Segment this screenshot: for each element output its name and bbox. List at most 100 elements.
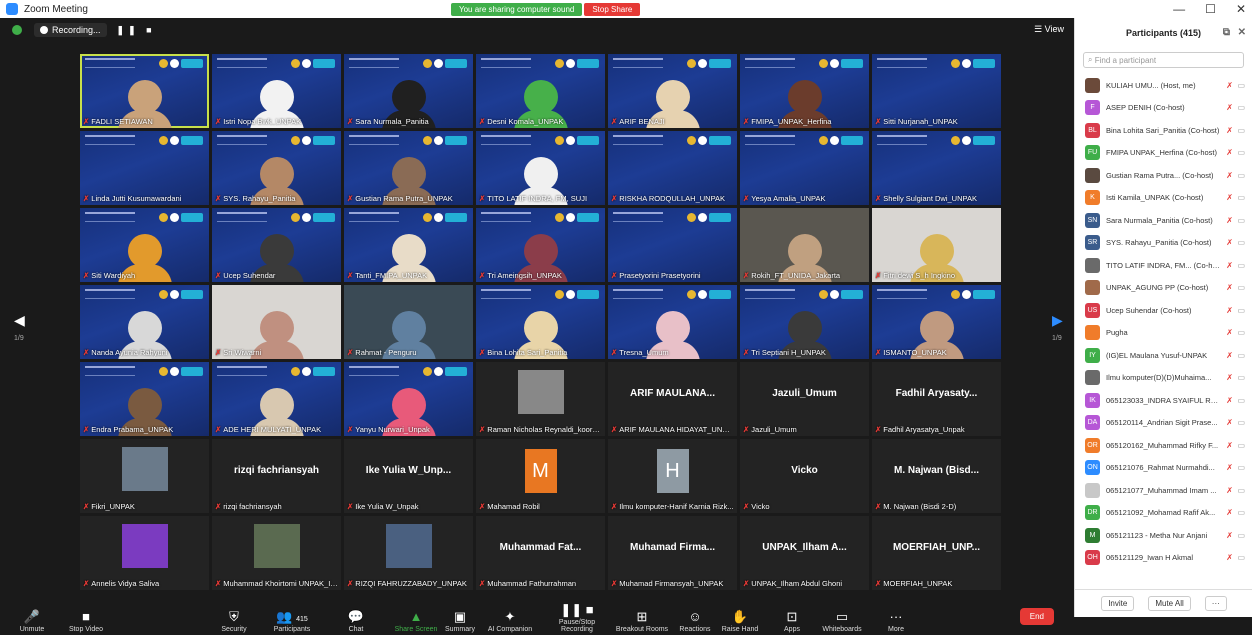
unmute-button[interactable]: 🎤 Unmute: [2, 608, 62, 633]
participant-row[interactable]: F ASEP DENIH (Co-host) ✗ ▭: [1075, 97, 1252, 120]
participant-row[interactable]: DR 065121092_Mohamad Rafif Ak... ✗ ▭: [1075, 502, 1252, 525]
participant-row[interactable]: Ilmu komputer(D)(D)Muhaima... ✗ ▭: [1075, 367, 1252, 390]
participant-row[interactable]: IY (IG)EL Maulana Yusuf-UNPAK ✗ ▭: [1075, 344, 1252, 367]
participant-row[interactable]: US Ucep Suhendar (Co-host) ✗ ▭: [1075, 299, 1252, 322]
mic-muted-icon[interactable]: ✗: [1226, 531, 1233, 540]
video-tile[interactable]: ✗ Annelis Vidya Saliva: [80, 516, 209, 590]
video-tile[interactable]: Vicko ✗ Vicko: [740, 439, 869, 513]
video-tile[interactable]: H ✗ Ilmu komputer-Hanif Karnia Rizk...: [608, 439, 737, 513]
video-tile[interactable]: Jazuli_Umum ✗ Jazuli_Umum: [740, 362, 869, 436]
video-tile[interactable]: ✗ Rahmat - Penguru: [344, 285, 473, 359]
participant-row[interactable]: OH 065121129_Iwan H Akmal ✗ ▭: [1075, 547, 1252, 570]
video-tile[interactable]: ✗ Shelly Sulgiant Dwi_UNPAK: [872, 131, 1001, 205]
video-tile[interactable]: ✗ SYS. Rahayu_Panitia: [212, 131, 341, 205]
video-off-icon[interactable]: ▭: [1237, 306, 1245, 315]
mic-muted-icon[interactable]: ✗: [1226, 418, 1233, 427]
video-tile[interactable]: ✗ Siti Wardiyah: [80, 208, 209, 282]
participant-row[interactable]: M 065121123 - Metha Nur Anjani ✗ ▭: [1075, 524, 1252, 547]
mic-muted-icon[interactable]: ✗: [1226, 328, 1233, 337]
prev-page-button[interactable]: ◀ 1/9: [14, 312, 25, 342]
video-tile[interactable]: ✗ Endra Prabama_UNPAK: [80, 362, 209, 436]
video-off-icon[interactable]: ▭: [1237, 441, 1245, 450]
recording-controls[interactable]: ❚❚ ■: [117, 25, 156, 36]
video-off-icon[interactable]: ▭: [1237, 508, 1245, 517]
video-tile[interactable]: ✗ Tanti_FMIPA_UNPAK: [344, 208, 473, 282]
video-off-icon[interactable]: ▭: [1237, 328, 1245, 337]
video-tile[interactable]: ✗ Rokih_FT_UNIDA_Jakarta: [740, 208, 869, 282]
video-tile[interactable]: ✗ Fitri dewi S_h Ingkino: [872, 208, 1001, 282]
mic-muted-icon[interactable]: ✗: [1226, 373, 1233, 382]
video-tile[interactable]: ✗ Sri Wiwarni: [212, 285, 341, 359]
video-off-icon[interactable]: ▭: [1237, 81, 1245, 90]
mic-muted-icon[interactable]: ✗: [1226, 81, 1233, 90]
video-tile[interactable]: ✗ Sara Nurmala_Panitia: [344, 54, 473, 128]
video-tile[interactable]: ✗ Ucep Suhendar: [212, 208, 341, 282]
mute-all-button[interactable]: Mute All: [1148, 596, 1191, 611]
participant-row[interactable]: K Isti Kamila_UNPAK (Co-host) ✗ ▭: [1075, 187, 1252, 210]
video-off-icon[interactable]: ▭: [1237, 126, 1245, 135]
participant-row[interactable]: ON 065121076_Rahmat Nurmahdi... ✗ ▭: [1075, 457, 1252, 480]
participant-row[interactable]: KULIAH UMU... (Host, me) ✗ ▭: [1075, 74, 1252, 97]
video-tile[interactable]: ✗ ADE HERI MULYATI_UNPAK: [212, 362, 341, 436]
video-tile[interactable]: ✗ TITO LATIF INDRA, FM, SUJI: [476, 131, 605, 205]
video-off-icon[interactable]: ▭: [1237, 373, 1245, 382]
breakout-rooms-button[interactable]: ⊞ Breakout Rooms: [612, 608, 672, 633]
mic-muted-icon[interactable]: ✗: [1226, 103, 1233, 112]
video-tile[interactable]: ✗ Yanyu Nurwari_Unpak: [344, 362, 473, 436]
video-off-icon[interactable]: ▭: [1237, 531, 1245, 540]
participant-row[interactable]: BL Bina Lohita Sari_Panitia (Co-host) ✗ ▭: [1075, 119, 1252, 142]
video-off-icon[interactable]: ▭: [1237, 553, 1245, 562]
video-off-icon[interactable]: ▭: [1237, 463, 1245, 472]
participant-row[interactable]: Gustian Rama Putra... (Co-host) ✗ ▭: [1075, 164, 1252, 187]
mic-muted-icon[interactable]: ✗: [1226, 193, 1233, 202]
video-tile[interactable]: ✗ Nanda Ayunia Rahyuni: [80, 285, 209, 359]
video-tile[interactable]: UNPAK_Ilham A... ✗ UNPAK_Ilham Abdul Ghoni: [740, 516, 869, 590]
mic-muted-icon[interactable]: ✗: [1226, 306, 1233, 315]
participant-row[interactable]: SN Sara Nurmala_Panitia (Co-host) ✗ ▭: [1075, 209, 1252, 232]
mic-muted-icon[interactable]: ✗: [1226, 216, 1233, 225]
video-off-icon[interactable]: ▭: [1237, 216, 1245, 225]
video-off-icon[interactable]: ▭: [1237, 261, 1245, 270]
raise-hand-button[interactable]: ✋ Raise Hand: [710, 608, 770, 633]
popout-icon[interactable]: ⧉: [1223, 27, 1230, 38]
video-off-icon[interactable]: ▭: [1237, 193, 1245, 202]
video-tile[interactable]: Muhamad Firma... ✗ Muhamad Firmansyah_UNPA…: [608, 516, 737, 590]
mic-muted-icon[interactable]: ✗: [1226, 396, 1233, 405]
minimize-button[interactable]: —: [1173, 2, 1185, 16]
video-off-icon[interactable]: ▭: [1237, 351, 1245, 360]
maximize-button[interactable]: ☐: [1205, 2, 1216, 16]
next-page-button[interactable]: ▶ 1/9: [1052, 312, 1063, 342]
recording-indicator[interactable]: Recording...: [34, 23, 107, 37]
ai-companion-button[interactable]: ✦ AI Companion: [480, 608, 540, 633]
video-off-icon[interactable]: ▭: [1237, 148, 1245, 157]
video-tile[interactable]: ✗ ISMANTO_UNPAK: [872, 285, 1001, 359]
more-button[interactable]: ··· More: [866, 608, 926, 633]
participant-row[interactable]: IK 065123033_INDRA SYAIFUL RO... ✗ ▭: [1075, 389, 1252, 412]
participant-row[interactable]: 065121077_Muhammad Imam ... ✗ ▭: [1075, 479, 1252, 502]
participant-row[interactable]: DA 065120114_Andrian Sigit Prase... ✗ ▭: [1075, 412, 1252, 435]
video-tile[interactable]: Muhammad Fat... ✗ Muhammad Fathurrahman: [476, 516, 605, 590]
video-tile[interactable]: ✗ Gustian Rama Putra_UNPAK: [344, 131, 473, 205]
video-tile[interactable]: MOERFIAH_UNP... ✗ MOERFIAH_UNPAK: [872, 516, 1001, 590]
video-tile[interactable]: ✗ Linda Jutti Kusumawardani: [80, 131, 209, 205]
mic-muted-icon[interactable]: ✗: [1226, 283, 1233, 292]
participant-row[interactable]: UNPAK_AGUNG PP (Co-host) ✗ ▭: [1075, 277, 1252, 300]
video-off-icon[interactable]: ▭: [1237, 418, 1245, 427]
mic-muted-icon[interactable]: ✗: [1226, 486, 1233, 495]
mic-muted-icon[interactable]: ✗: [1226, 508, 1233, 517]
mic-muted-icon[interactable]: ✗: [1226, 351, 1233, 360]
close-panel-icon[interactable]: ✕: [1238, 27, 1246, 38]
panel-more-button[interactable]: ···: [1204, 596, 1227, 611]
video-tile[interactable]: Ike Yulia W_Unp... ✗ Ike Yulia W_Unpak: [344, 439, 473, 513]
stop-video-button[interactable]: ■ Stop Video: [56, 608, 116, 633]
mic-muted-icon[interactable]: ✗: [1226, 238, 1233, 247]
video-tile[interactable]: ✗ RISKHA RODQULLAH_UNPAK: [608, 131, 737, 205]
video-tile[interactable]: ✗ Yesya Amalia_UNPAK: [740, 131, 869, 205]
video-off-icon[interactable]: ▭: [1237, 171, 1245, 180]
video-tile[interactable]: ARIF MAULANA... ✗ ARIF MAULANA HIDAYAT_UNP…: [608, 362, 737, 436]
video-tile[interactable]: ✗ Fikri_UNPAK: [80, 439, 209, 513]
mic-muted-icon[interactable]: ✗: [1226, 126, 1233, 135]
video-off-icon[interactable]: ▭: [1237, 486, 1245, 495]
video-tile[interactable]: ✗ Raman Nicholas Reynaldi_koordi...: [476, 362, 605, 436]
invite-button[interactable]: Invite: [1101, 596, 1135, 611]
